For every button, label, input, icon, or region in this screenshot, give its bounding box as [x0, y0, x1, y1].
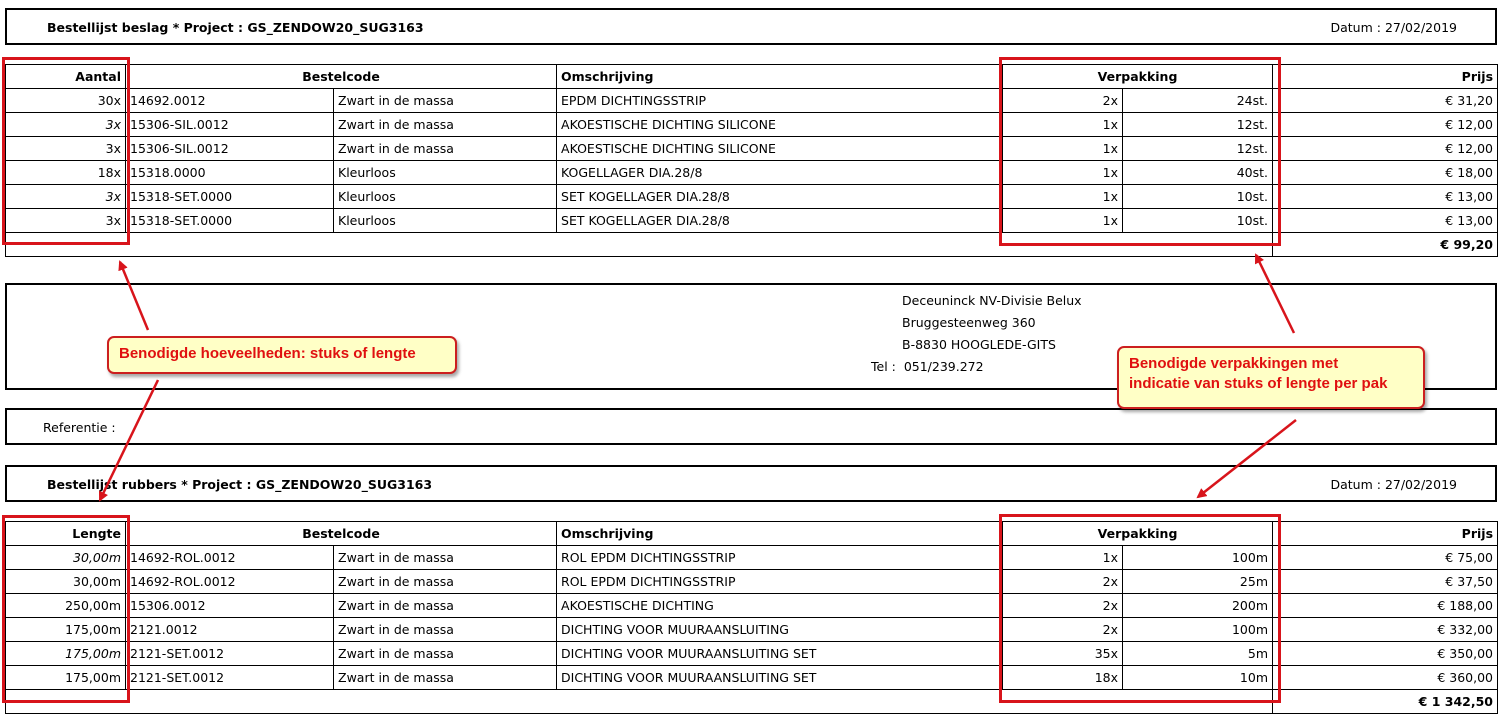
callout-packaging-line2: indicatie van stuks of lengte per pak	[1129, 375, 1388, 392]
callout-packaging: Benodigde verpakkingen met indicatie van…	[1117, 346, 1425, 409]
callout-packaging-line1: Benodigde verpakkingen met	[1129, 355, 1339, 372]
arrow-to-pack-bottom	[1196, 419, 1297, 499]
callout-quantities: Benodigde hoeveelheden: stuks of lengte	[107, 336, 457, 374]
callout-quantities-text: Benodigde hoeveelheden: stuks of lengte	[119, 345, 416, 362]
arrow-to-qty-top	[118, 260, 150, 331]
arrow-to-qty-bottom	[98, 379, 160, 502]
arrow-to-pack-top	[1254, 253, 1296, 334]
